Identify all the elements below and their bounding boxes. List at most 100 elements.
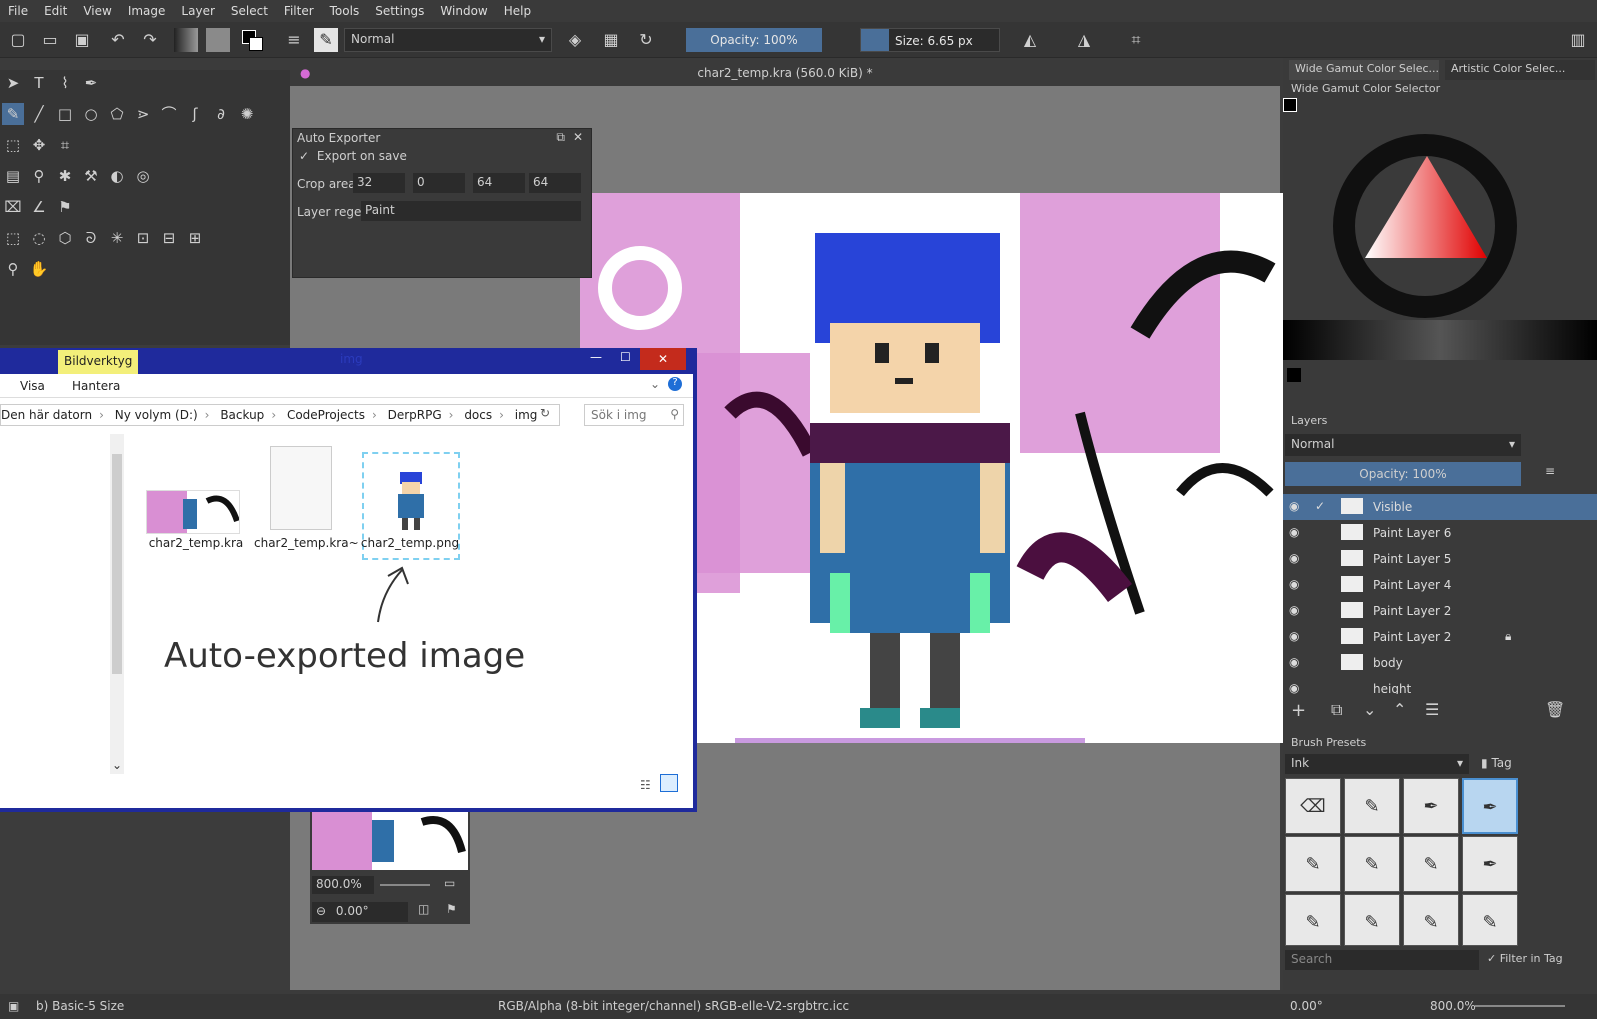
layer-row[interactable]: ◉ height <box>1283 676 1597 694</box>
document-tab[interactable]: ● char2_temp.kra (560.0 KiB) * <box>290 60 1280 86</box>
menu-settings[interactable]: Settings <box>367 4 432 18</box>
layer-name[interactable]: Paint Layer 2 <box>1373 630 1451 644</box>
visibility-eye-icon[interactable]: ◉ <box>1289 603 1299 617</box>
visibility-eye-icon[interactable]: ◉ <box>1289 525 1299 539</box>
new-document-icon[interactable]: ▢ <box>6 28 30 52</box>
calligraphy-icon[interactable]: ✒ <box>80 72 102 94</box>
rectangle-tool-icon[interactable]: □ <box>54 103 76 125</box>
text-tool-icon[interactable]: T <box>28 72 50 94</box>
brush-preset-brush[interactable]: ✎ <box>1285 894 1341 946</box>
visibility-eye-icon[interactable]: ◉ <box>1289 499 1299 513</box>
menu-window[interactable]: Window <box>432 4 495 18</box>
tag-button[interactable]: ▮ Tag <box>1477 754 1516 772</box>
pin-icon[interactable]: ⚑ <box>446 902 457 916</box>
menu-filter[interactable]: Filter <box>276 4 322 18</box>
smart-patch-icon[interactable]: ✱ <box>54 165 76 187</box>
visibility-eye-icon[interactable]: ◉ <box>1289 629 1299 643</box>
layer-row[interactable]: ◉ Paint Layer 6 <box>1283 520 1597 546</box>
bezier-select-icon[interactable]: ⊟ <box>158 227 180 249</box>
menu-tools[interactable]: Tools <box>322 4 368 18</box>
mirror-horizontal-icon[interactable]: ◭ <box>1018 28 1042 52</box>
breadcrumb[interactable]: Den här datorn › Ny volym (D:) › Backup › C… <box>0 404 560 426</box>
reference-pin-icon[interactable]: ⚑ <box>54 196 76 218</box>
saturation-triangle[interactable] <box>1361 152 1491 282</box>
size-slider[interactable]: Size: 6.65 px <box>860 28 1000 52</box>
blend-mode-select[interactable]: Normal ▾ <box>344 28 552 52</box>
overview-thumbnail[interactable] <box>312 812 468 870</box>
magic-wand-icon[interactable]: ✳ <box>106 227 128 249</box>
brush-preset-marker[interactable]: ✎ <box>1403 836 1459 892</box>
alpha-lock-icon[interactable]: ▦ <box>599 28 623 52</box>
brush-preset-ink[interactable]: ✎ <box>1285 836 1341 892</box>
layer-row[interactable]: ◉ ✓ Visible <box>1283 494 1597 520</box>
export-on-save-checkbox[interactable]: ✓ Export on save <box>299 149 407 163</box>
brush-preset-pencil[interactable]: ✎ <box>1462 894 1518 946</box>
brush-search-input[interactable]: Search <box>1285 950 1479 970</box>
wrap-around-icon[interactable]: ⌗ <box>1124 28 1148 52</box>
brush-preset-icon[interactable]: ✎ <box>314 28 338 52</box>
help-icon[interactable]: ? <box>668 377 682 391</box>
menu-view[interactable]: View <box>75 4 119 18</box>
layer-name[interactable]: Paint Layer 2 <box>1373 604 1451 618</box>
freehand-path-icon[interactable]: ʃ <box>184 103 206 125</box>
layer-name[interactable]: Paint Layer 4 <box>1373 578 1451 592</box>
save-icon[interactable]: ▣ <box>70 28 94 52</box>
breadcrumb-item[interactable]: DerpRPG <box>388 408 442 422</box>
assistant-tool-icon[interactable]: ⚒ <box>80 165 102 187</box>
tab-artistic[interactable]: Artistic Color Selec... <box>1445 60 1595 80</box>
layer-row[interactable]: ◉ body <box>1283 650 1597 676</box>
polygon-tool-icon[interactable]: ⬠ <box>106 103 128 125</box>
scrollbar[interactable] <box>110 434 124 774</box>
breadcrumb-item[interactable]: docs <box>464 408 492 422</box>
file-name-kra[interactable]: char2_temp.kra <box>146 536 246 550</box>
polygon-select-icon[interactable]: ⬡ <box>54 227 76 249</box>
recent-color-swatch[interactable] <box>1287 368 1301 382</box>
open-document-icon[interactable]: ▭ <box>38 28 62 52</box>
layer-blend-select[interactable]: Normal ▾ <box>1285 434 1521 456</box>
brush-preset-fineliner[interactable]: ✎ <box>1344 836 1400 892</box>
layer-name[interactable]: Paint Layer 5 <box>1373 552 1451 566</box>
menu-layer[interactable]: Layer <box>173 4 222 18</box>
file-thumbnail[interactable] <box>146 490 240 534</box>
reload-preset-icon[interactable]: ↻ <box>634 28 658 52</box>
move-tool-icon[interactable]: ✥ <box>28 134 50 156</box>
brush-settings-icon[interactable]: ≡ <box>282 28 306 52</box>
close-icon[interactable]: ✕ <box>573 130 583 144</box>
fill-tool-icon[interactable]: ◐ <box>106 165 128 187</box>
gradient-swatch[interactable] <box>174 28 198 52</box>
freehand-brush-icon[interactable]: ✎ <box>2 103 24 125</box>
move-layer-down-icon[interactable]: ⌄ <box>1363 700 1376 719</box>
similar-select-icon[interactable]: ⊡ <box>132 227 154 249</box>
crop-width-input[interactable]: 64 <box>473 173 525 193</box>
add-layer-icon[interactable]: + <box>1291 700 1306 721</box>
menu-file[interactable]: File <box>0 4 36 18</box>
brush-preset-charcoal[interactable]: ✎ <box>1344 894 1400 946</box>
layer-regex-input[interactable]: Paint <box>361 201 581 221</box>
brush-preset-nib[interactable]: ✒ <box>1462 836 1518 892</box>
layer-row[interactable]: ◉ Paint Layer 5 <box>1283 546 1597 572</box>
layer-name[interactable]: Visible <box>1373 500 1412 514</box>
layer-row[interactable]: ◉ Paint Layer 4 <box>1283 572 1597 598</box>
lock-icon[interactable]: 🔒︎ <box>1505 629 1511 644</box>
chevron-down-icon[interactable]: ⌄ <box>650 377 660 391</box>
file-icon-blank[interactable] <box>270 446 332 530</box>
crop-height-input[interactable]: 64 <box>529 173 581 193</box>
layer-options-icon[interactable]: ≡ <box>1545 464 1555 478</box>
search-input[interactable]: Sök i img ⚲ <box>584 404 684 426</box>
workspace-icon[interactable]: ▥ <box>1566 28 1590 52</box>
ribbon-tab-visa[interactable]: Visa <box>20 379 45 393</box>
eraser-icon[interactable]: ◈ <box>563 28 587 52</box>
breadcrumb-item[interactable]: Backup <box>220 408 264 422</box>
breadcrumb-item[interactable]: Den här datorn <box>1 408 92 422</box>
polyline-tool-icon[interactable]: ⋗ <box>132 103 154 125</box>
duplicate-layer-icon[interactable]: ⧉ <box>1331 700 1342 720</box>
breadcrumb-item[interactable]: CodeProjects <box>287 408 365 422</box>
layer-row[interactable]: ◉ Paint Layer 2 🔒︎ <box>1283 624 1597 650</box>
zoom-select[interactable]: 800.0% <box>312 876 374 894</box>
edit-shapes-icon[interactable]: ⌇ <box>54 72 76 94</box>
ellipse-tool-icon[interactable]: ○ <box>80 103 102 125</box>
zoom-slider[interactable] <box>380 884 430 886</box>
pan-tool-icon[interactable]: ✋ <box>28 258 50 280</box>
enclose-fill-icon[interactable]: ◎ <box>132 165 154 187</box>
select-shapes-icon[interactable]: ➤ <box>2 72 24 94</box>
